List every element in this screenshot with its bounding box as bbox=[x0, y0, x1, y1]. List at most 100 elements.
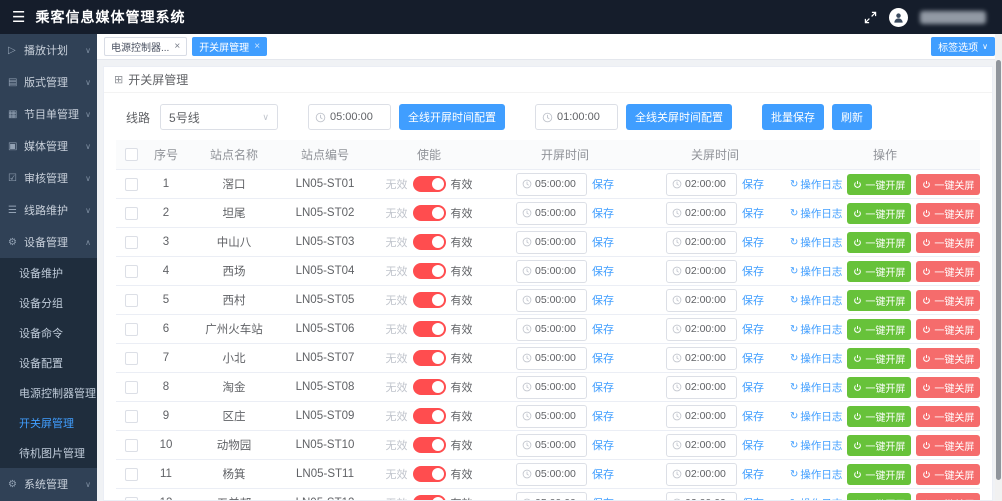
close-time-input[interactable] bbox=[666, 231, 737, 254]
operation-log-link[interactable]: 操作日志 bbox=[790, 467, 842, 482]
open-time-input[interactable] bbox=[516, 318, 587, 341]
operation-log-link[interactable]: 操作日志 bbox=[790, 438, 842, 453]
enable-toggle[interactable] bbox=[413, 495, 446, 501]
submenu-item-device-group[interactable]: 设备分组 bbox=[0, 288, 97, 318]
operation-log-link[interactable]: 操作日志 bbox=[790, 409, 842, 424]
open-time-value[interactable] bbox=[535, 265, 581, 277]
one-key-open-button[interactable]: 一键开屏 bbox=[847, 261, 911, 282]
save-open-time-link[interactable]: 保存 bbox=[592, 437, 614, 453]
save-close-time-link[interactable]: 保存 bbox=[742, 263, 764, 279]
scrollbar-thumb[interactable] bbox=[996, 60, 1001, 480]
operation-log-link[interactable]: 操作日志 bbox=[790, 235, 842, 250]
global-open-time-input[interactable] bbox=[308, 104, 391, 130]
save-open-time-link[interactable]: 保存 bbox=[592, 466, 614, 482]
save-open-time-link[interactable]: 保存 bbox=[592, 321, 614, 337]
open-time-value[interactable] bbox=[535, 178, 581, 190]
enable-toggle[interactable] bbox=[413, 292, 446, 308]
one-key-close-button[interactable]: 一键关屏 bbox=[916, 406, 980, 427]
save-open-time-link[interactable]: 保存 bbox=[592, 292, 614, 308]
row-checkbox[interactable] bbox=[125, 439, 138, 452]
close-time-value[interactable] bbox=[685, 294, 731, 306]
operation-log-link[interactable]: 操作日志 bbox=[790, 206, 842, 221]
open-time-input[interactable] bbox=[516, 434, 587, 457]
open-time-value[interactable] bbox=[535, 381, 581, 393]
enable-toggle[interactable] bbox=[413, 176, 446, 192]
one-key-open-button[interactable]: 一键开屏 bbox=[847, 348, 911, 369]
save-open-time-link[interactable]: 保存 bbox=[592, 495, 614, 501]
close-time-value[interactable] bbox=[685, 265, 731, 277]
enable-toggle[interactable] bbox=[413, 408, 446, 424]
save-close-time-link[interactable]: 保存 bbox=[742, 321, 764, 337]
open-time-input[interactable] bbox=[516, 405, 587, 428]
one-key-open-button[interactable]: 一键开屏 bbox=[847, 290, 911, 311]
save-close-time-link[interactable]: 保存 bbox=[742, 292, 764, 308]
one-key-close-button[interactable]: 一键关屏 bbox=[916, 377, 980, 398]
row-checkbox[interactable] bbox=[125, 381, 138, 394]
save-close-time-link[interactable]: 保存 bbox=[742, 466, 764, 482]
save-close-time-link[interactable]: 保存 bbox=[742, 205, 764, 221]
row-checkbox[interactable] bbox=[125, 207, 138, 220]
open-time-value[interactable] bbox=[535, 236, 581, 248]
close-time-value[interactable] bbox=[685, 439, 731, 451]
save-close-time-link[interactable]: 保存 bbox=[742, 350, 764, 366]
close-time-input[interactable] bbox=[666, 405, 737, 428]
row-checkbox[interactable] bbox=[125, 497, 138, 501]
operation-log-link[interactable]: 操作日志 bbox=[790, 322, 842, 337]
tab-options-button[interactable]: 标签选项 bbox=[931, 37, 995, 56]
one-key-open-button[interactable]: 一键开屏 bbox=[847, 435, 911, 456]
one-key-open-button[interactable]: 一键开屏 bbox=[847, 464, 911, 485]
close-time-value[interactable] bbox=[685, 410, 731, 422]
line-select[interactable]: 5号线 bbox=[160, 104, 278, 130]
save-close-time-link[interactable]: 保存 bbox=[742, 234, 764, 250]
one-key-open-button[interactable]: 一键开屏 bbox=[847, 493, 911, 501]
close-time-input[interactable] bbox=[666, 376, 737, 399]
operation-log-link[interactable]: 操作日志 bbox=[790, 380, 842, 395]
enable-toggle[interactable] bbox=[413, 437, 446, 453]
open-time-value[interactable] bbox=[535, 207, 581, 219]
open-time-input[interactable] bbox=[516, 260, 587, 283]
enable-toggle[interactable] bbox=[413, 379, 446, 395]
all-line-close-config-button[interactable]: 全线关屏时间配置 bbox=[626, 104, 732, 130]
open-time-input[interactable] bbox=[516, 347, 587, 370]
enable-toggle[interactable] bbox=[413, 350, 446, 366]
save-open-time-link[interactable]: 保存 bbox=[592, 350, 614, 366]
one-key-open-button[interactable]: 一键开屏 bbox=[847, 319, 911, 340]
save-close-time-link[interactable]: 保存 bbox=[742, 176, 764, 192]
close-time-value[interactable] bbox=[685, 497, 731, 501]
close-time-value[interactable] bbox=[685, 323, 731, 335]
open-time-input[interactable] bbox=[516, 492, 587, 501]
open-time-input[interactable] bbox=[516, 376, 587, 399]
hamburger-menu-icon[interactable] bbox=[12, 10, 25, 25]
open-time-value[interactable] bbox=[535, 323, 581, 335]
close-time-input[interactable] bbox=[666, 463, 737, 486]
close-time-value[interactable] bbox=[685, 236, 731, 248]
row-checkbox[interactable] bbox=[125, 352, 138, 365]
submenu-item-device-maintenance[interactable]: 设备维护 bbox=[0, 258, 97, 288]
operation-log-link[interactable]: 操作日志 bbox=[790, 293, 842, 308]
close-time-input[interactable] bbox=[666, 347, 737, 370]
row-checkbox[interactable] bbox=[125, 323, 138, 336]
close-time-input[interactable] bbox=[666, 289, 737, 312]
open-time-value[interactable] bbox=[535, 294, 581, 306]
all-line-open-config-button[interactable]: 全线开屏时间配置 bbox=[399, 104, 505, 130]
open-time-value[interactable] bbox=[535, 497, 581, 501]
one-key-close-button[interactable]: 一键关屏 bbox=[916, 319, 980, 340]
submenu-item-device-command[interactable]: 设备命令 bbox=[0, 318, 97, 348]
save-close-time-link[interactable]: 保存 bbox=[742, 379, 764, 395]
one-key-open-button[interactable]: 一键开屏 bbox=[847, 203, 911, 224]
close-time-value[interactable] bbox=[685, 178, 731, 190]
save-open-time-link[interactable]: 保存 bbox=[592, 408, 614, 424]
global-close-time-input[interactable] bbox=[535, 104, 618, 130]
one-key-open-button[interactable]: 一键开屏 bbox=[847, 406, 911, 427]
close-time-input[interactable] bbox=[666, 318, 737, 341]
fullscreen-icon[interactable] bbox=[864, 11, 877, 24]
close-time-input[interactable] bbox=[666, 260, 737, 283]
close-time-value[interactable] bbox=[685, 352, 731, 364]
global-open-time-value[interactable] bbox=[330, 111, 384, 123]
close-time-input[interactable] bbox=[666, 492, 737, 501]
close-time-value[interactable] bbox=[685, 207, 731, 219]
refresh-button[interactable]: 刷新 bbox=[832, 104, 872, 130]
open-time-input[interactable] bbox=[516, 173, 587, 196]
open-time-value[interactable] bbox=[535, 439, 581, 451]
sidebar-item-system-mgmt[interactable]: ⚙ 系统管理 bbox=[0, 468, 97, 500]
